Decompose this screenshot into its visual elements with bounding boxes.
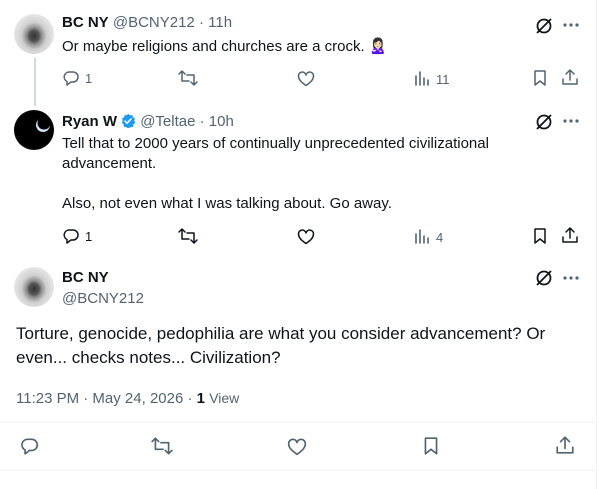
timestamp[interactable]: 11:23 PM · May 24, 2026 (16, 390, 183, 407)
like-icon[interactable] (287, 437, 307, 456)
thread-line (34, 58, 36, 106)
retweet-icon[interactable] (178, 69, 198, 87)
avatar[interactable] (14, 14, 54, 54)
grok-icon[interactable] (534, 268, 554, 288)
more-icon[interactable] (562, 269, 580, 287)
view-count: 11 (436, 72, 450, 87)
tweet-text-line-1: Tell that to 2000 years of continually u… (62, 135, 489, 172)
author-name[interactable]: BC NY (62, 269, 109, 286)
share-icon[interactable] (555, 435, 575, 455)
grok-icon[interactable] (534, 16, 554, 36)
tweet-meta: 11:23 PM · May 24, 2026 · 1 View (16, 388, 239, 409)
view-label: View (209, 390, 240, 406)
author-name[interactable]: BC NY (62, 14, 109, 31)
share-icon[interactable] (561, 68, 579, 86)
verified-badge-icon (121, 113, 136, 129)
bookmark-icon[interactable] (422, 436, 440, 456)
reply-icon[interactable] (19, 436, 40, 456)
grok-icon[interactable] (534, 112, 554, 132)
reply-count: 1 (85, 229, 93, 244)
separator: · (198, 14, 204, 31)
reply-icon[interactable] (62, 69, 80, 87)
timeline-border (596, 0, 597, 489)
like-icon[interactable] (297, 70, 315, 87)
views-icon[interactable] (414, 228, 430, 244)
tweet-header: BC NY @BCNY212 · 11h (62, 13, 232, 33)
tweet-header: BC NY (62, 268, 109, 288)
like-icon[interactable] (297, 228, 315, 245)
reply-count: 1 (85, 71, 93, 86)
view-count: 1 (196, 390, 206, 407)
divider (0, 470, 597, 471)
bookmark-icon[interactable] (532, 69, 548, 87)
view-count: 4 (436, 230, 444, 245)
more-icon[interactable] (562, 112, 580, 130)
retweet-icon[interactable] (151, 436, 173, 456)
author-handle[interactable]: @Teltae (140, 113, 195, 130)
share-icon[interactable] (561, 226, 579, 244)
author-handle[interactable]: @BCNY212 (62, 290, 144, 307)
divider (0, 422, 597, 423)
author-name[interactable]: Ryan W (62, 113, 117, 130)
timestamp[interactable]: 10h (209, 113, 234, 130)
tweet-text: Torture, genocide, pedophilia are what y… (16, 324, 546, 367)
tweet-header: Ryan W @Teltae · 10h (62, 112, 234, 132)
avatar-image (36, 116, 51, 132)
retweet-icon[interactable] (178, 227, 198, 245)
tweet-text: Or maybe religions and churches are a cr… (62, 38, 388, 55)
author-handle-row: @BCNY212 (62, 289, 144, 309)
more-icon[interactable] (562, 16, 580, 34)
separator: · (199, 113, 205, 130)
views-icon[interactable] (414, 70, 430, 86)
bookmark-icon[interactable] (532, 227, 548, 245)
avatar[interactable] (14, 110, 54, 150)
tweet-text-line-2: Also, not even what I was talking about.… (62, 195, 392, 212)
avatar[interactable] (14, 267, 54, 307)
author-handle[interactable]: @BCNY212 (113, 14, 195, 31)
timestamp[interactable]: 11h (208, 14, 232, 31)
separator: · (187, 390, 193, 407)
reply-icon[interactable] (62, 227, 80, 245)
